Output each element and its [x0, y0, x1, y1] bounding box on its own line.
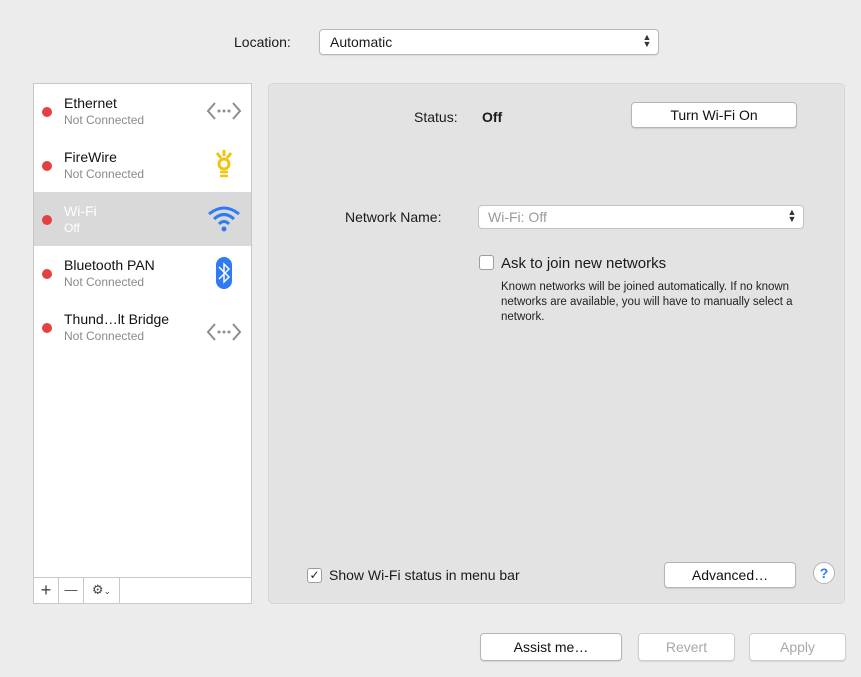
chevron-down-icon: ⌄ — [103, 586, 112, 596]
plus-icon: + — [40, 580, 52, 600]
action-menu-button[interactable]: ⚙⌄ — [84, 578, 120, 603]
minus-icon: — — [64, 582, 78, 597]
revert-button[interactable]: Revert — [638, 633, 735, 661]
location-value: Automatic — [330, 34, 393, 50]
location-select[interactable]: Automatic ▲ ▼ — [319, 29, 659, 55]
sidebar-footer: + — ⚙⌄ — [34, 577, 251, 603]
service-status: Off — [64, 221, 80, 235]
show-status-checkbox[interactable]: ✓ — [307, 568, 322, 583]
service-name: Ethernet — [64, 95, 117, 111]
service-status: Not Connected — [64, 113, 145, 127]
service-status: Not Connected — [64, 275, 145, 289]
location-label: Location: — [234, 34, 291, 50]
network-name-value: Wi-Fi: Off — [488, 209, 547, 225]
service-name: Bluetooth PAN — [64, 257, 155, 273]
remove-service-button[interactable]: — — [59, 578, 84, 603]
ethernet-icon — [206, 102, 242, 120]
service-item-wifi[interactable]: Wi-Fi Off — [34, 192, 251, 246]
firewire-icon — [215, 150, 233, 178]
status-dot-icon — [42, 161, 52, 171]
ask-join-checkbox[interactable] — [479, 255, 494, 270]
show-status-label: Show Wi-Fi status in menu bar — [329, 567, 520, 583]
chevron-updown-icon: ▲ ▼ — [642, 32, 652, 49]
wifi-settings-panel: Status: Off Turn Wi-Fi On Network Name: … — [268, 83, 845, 604]
service-item-thunderbolt-bridge[interactable]: Thund…lt Bridge Not Connected — [34, 300, 251, 354]
bluetooth-icon — [216, 257, 232, 289]
service-item-firewire[interactable]: FireWire Not Connected — [34, 138, 251, 192]
service-list: Ethernet Not Connected FireWire Not Conn… — [33, 83, 252, 604]
help-button[interactable]: ? — [813, 562, 835, 584]
wifi-icon — [208, 206, 240, 232]
service-name: Thund…lt Bridge — [64, 311, 170, 327]
turn-wifi-on-button[interactable]: Turn Wi-Fi On — [631, 102, 797, 128]
chevron-updown-icon: ▲ ▼ — [787, 207, 797, 224]
status-dot-icon — [42, 323, 52, 333]
thunderbolt-bridge-icon — [206, 323, 242, 341]
network-name-label: Network Name: — [345, 209, 442, 225]
status-dot-icon — [42, 107, 52, 117]
gear-icon: ⚙ — [91, 582, 104, 597]
advanced-button[interactable]: Advanced… — [664, 562, 796, 588]
service-name: Wi-Fi — [64, 203, 97, 219]
status-value: Off — [482, 109, 503, 125]
add-service-button[interactable]: + — [34, 578, 59, 603]
status-dot-icon — [42, 269, 52, 279]
service-name: FireWire — [64, 149, 117, 165]
service-status: Not Connected — [64, 329, 145, 343]
network-name-select[interactable]: Wi-Fi: Off ▲ ▼ — [478, 205, 804, 229]
assist-me-button[interactable]: Assist me… — [480, 633, 622, 661]
service-item-bluetooth-pan[interactable]: Bluetooth PAN Not Connected — [34, 246, 251, 300]
ask-join-help-text: Known networks will be joined automatica… — [501, 281, 793, 323]
ask-join-label: Ask to join new networks — [501, 255, 667, 272]
service-status: Not Connected — [64, 167, 145, 181]
apply-button[interactable]: Apply — [749, 633, 846, 661]
checkmark-icon: ✓ — [309, 568, 320, 582]
status-label: Status: — [414, 109, 458, 125]
status-dot-icon — [42, 215, 52, 225]
service-item-ethernet[interactable]: Ethernet Not Connected — [34, 84, 251, 138]
